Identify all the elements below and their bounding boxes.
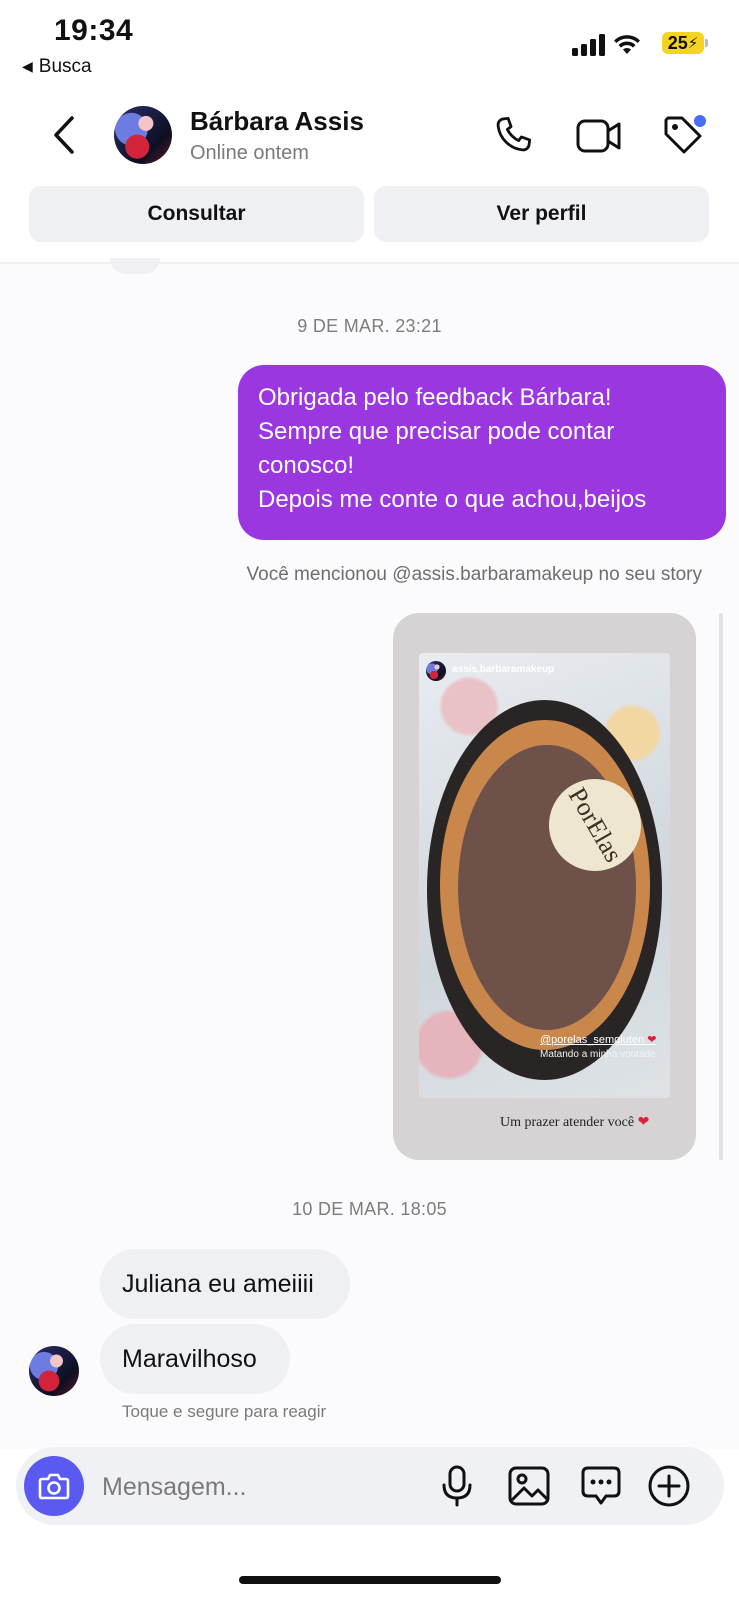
timestamp-divider: 9 DE MAR. 23:21 [297, 316, 442, 336]
back-app-label: Busca [38, 56, 92, 77]
contact-avatar[interactable] [114, 106, 172, 164]
charging-bolt-icon: ⚡ [687, 35, 699, 52]
message-line: conosco! [258, 452, 355, 479]
heart-icon: ❤ [637, 1115, 650, 1130]
consult-button[interactable]: Consultar [29, 186, 364, 242]
story-subtext: Matando a minha vontade [540, 1049, 656, 1060]
video-call-icon[interactable] [576, 116, 622, 156]
message-line: Depois me conte o que achou,beijos [258, 486, 647, 513]
message-line: Obrigada pelo feedback Bárbara! [258, 384, 612, 411]
story-caption: Um prazer atender você ❤ [500, 1114, 649, 1131]
timestamp-divider: 10 DE MAR. 18:05 [292, 1199, 447, 1219]
view-profile-button[interactable]: Ver perfil [374, 186, 709, 242]
microphone-icon [442, 1465, 472, 1507]
story-mention-note: Você mencionou @assis.barbaramakeup no s… [246, 564, 702, 585]
outgoing-message-bubble[interactable]: Obrigada pelo feedback Bárbara! Sempre q… [238, 365, 726, 540]
microphone-button[interactable] [433, 1462, 481, 1510]
back-triangle-icon: ◀ [22, 58, 33, 74]
brand-logo-text: PorElas [562, 782, 629, 868]
sticker-button[interactable] [577, 1462, 625, 1510]
react-hint: Toque e segure para reagir [122, 1402, 327, 1421]
story-caption-text: Um prazer atender você [500, 1115, 635, 1130]
status-time: 19:34 [54, 14, 134, 47]
contact-name[interactable]: Bárbara Assis [190, 106, 364, 137]
plus-circle-icon [648, 1465, 690, 1507]
camera-button[interactable] [24, 1456, 84, 1516]
phone-call-icon[interactable] [492, 114, 534, 156]
wifi-icon [614, 35, 640, 54]
message-line: Sempre que precisar pode contar [258, 418, 615, 445]
battery-tip [705, 39, 708, 47]
heart-icon: ❤ [647, 1034, 657, 1046]
incoming-message-bubble[interactable]: Juliana eu ameiiii [100, 1249, 350, 1319]
home-indicator[interactable] [239, 1576, 501, 1584]
back-arrow-icon[interactable] [48, 114, 78, 156]
story-tag-text: @porelas_semgluten [540, 1034, 645, 1046]
image-gallery-icon [508, 1466, 550, 1506]
cellular-signal-icon [572, 34, 605, 56]
add-attachment-button[interactable] [645, 1462, 693, 1510]
incoming-message-bubble[interactable]: Maravilhoso [100, 1324, 290, 1394]
sender-avatar[interactable] [29, 1346, 79, 1396]
story-mention-tag: @porelas_semgluten ❤ [540, 1033, 656, 1046]
contact-status: Online ontem [190, 142, 309, 164]
message-input[interactable] [100, 1462, 404, 1512]
tag-label-icon[interactable] [660, 112, 708, 160]
scrollbar[interactable] [719, 613, 723, 1160]
story-user-avatar [426, 661, 446, 681]
battery-indicator: 25 ⚡ [662, 32, 704, 54]
back-to-app-link[interactable]: ◀ Busca [22, 56, 92, 78]
gallery-button[interactable] [505, 1462, 553, 1510]
story-username: assis.barbaramakeup [452, 664, 555, 675]
chat-bubble-dots-icon [581, 1466, 621, 1505]
battery-level: 25 [667, 32, 688, 53]
camera-icon [38, 1473, 70, 1500]
